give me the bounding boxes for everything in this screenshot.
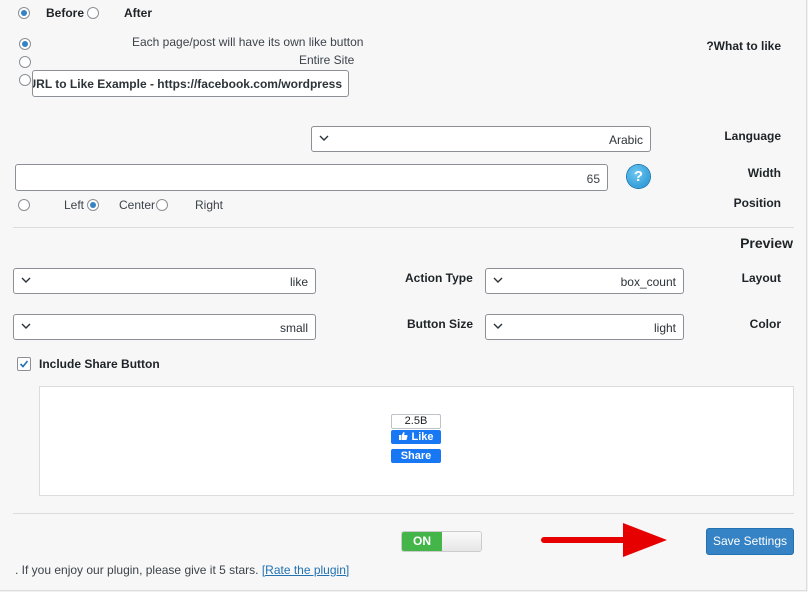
include-share-label: Include Share Button	[39, 357, 160, 371]
like-count: 2.5B	[391, 414, 441, 429]
settings-panel: Before After Each page/post will have it…	[0, 0, 807, 591]
width-value: 65	[586, 172, 600, 186]
color-value: light	[653, 321, 676, 335]
before-radio[interactable]	[18, 7, 30, 19]
position-right-label: Right	[195, 198, 224, 212]
language-value: Arabic	[608, 133, 643, 147]
position-center-radio[interactable]	[87, 199, 99, 211]
position-center-label: Center	[119, 198, 156, 212]
like-label: Like	[411, 431, 434, 443]
chevron-down-icon	[21, 277, 31, 283]
layout-label: Layout	[741, 271, 781, 285]
after-label: After	[124, 6, 153, 20]
url-input[interactable]: URL to Like Example - https://facebook.c…	[32, 70, 349, 97]
what-to-like-label: ?What to like	[706, 39, 781, 53]
divider	[13, 227, 794, 228]
layout-select[interactable]: box_count	[485, 268, 684, 294]
custom-url-radio[interactable]	[19, 74, 31, 86]
button-size-select[interactable]: small	[13, 314, 316, 340]
button-size-label: Button Size	[407, 317, 473, 331]
footer-message: . If you enjoy our plugin, please give i…	[15, 563, 259, 577]
position-right-radio[interactable]	[156, 199, 168, 211]
save-settings-button[interactable]: Save Settings	[706, 528, 794, 555]
each-page-label: Each page/post will have its own like bu…	[132, 35, 364, 49]
action-type-label: Action Type	[405, 271, 473, 285]
language-label: Language	[724, 129, 781, 143]
divider	[13, 513, 794, 514]
chevron-down-icon	[493, 277, 503, 283]
rate-plugin-link[interactable]: [Rate the plugin]	[262, 563, 349, 577]
each-page-radio[interactable]	[19, 38, 31, 50]
position-label: Position	[733, 196, 781, 210]
before-label: Before	[46, 6, 85, 20]
color-select[interactable]: light	[485, 314, 684, 340]
help-icon[interactable]: ?	[627, 165, 650, 188]
button-size-value: small	[279, 321, 308, 335]
thumbs-up-icon	[399, 432, 409, 440]
entire-site-radio[interactable]	[19, 56, 31, 68]
include-share-checkbox[interactable]	[17, 357, 31, 371]
toggle-on-label: ON	[402, 532, 442, 551]
color-label: Color	[749, 317, 781, 331]
red-arrow-icon	[541, 523, 667, 557]
position-left-radio[interactable]	[18, 199, 30, 211]
language-select[interactable]: Arabic	[311, 126, 651, 152]
action-type-select[interactable]: like	[13, 268, 316, 294]
facebook-share-button[interactable]: Share	[391, 449, 441, 463]
action-type-value: like	[289, 275, 308, 289]
enable-toggle[interactable]: ON	[401, 531, 482, 552]
facebook-like-button[interactable]: Like	[391, 430, 441, 444]
position-left-label: Left	[64, 198, 85, 212]
entire-site-label: Entire Site	[299, 53, 355, 67]
footer-text: . If you enjoy our plugin, please give i…	[15, 563, 349, 577]
preview-heading: Preview	[740, 235, 793, 251]
layout-value: box_count	[620, 275, 676, 289]
checkmark-icon	[19, 360, 29, 368]
chevron-down-icon	[21, 323, 31, 329]
width-input[interactable]: 65	[15, 164, 608, 191]
url-input-text: URL to Like Example - https://facebook.c…	[32, 77, 342, 91]
toggle-knob	[442, 532, 481, 551]
chevron-down-icon	[319, 135, 329, 141]
chevron-down-icon	[493, 323, 503, 329]
width-label: Width	[747, 166, 781, 180]
after-radio[interactable]	[87, 7, 99, 19]
